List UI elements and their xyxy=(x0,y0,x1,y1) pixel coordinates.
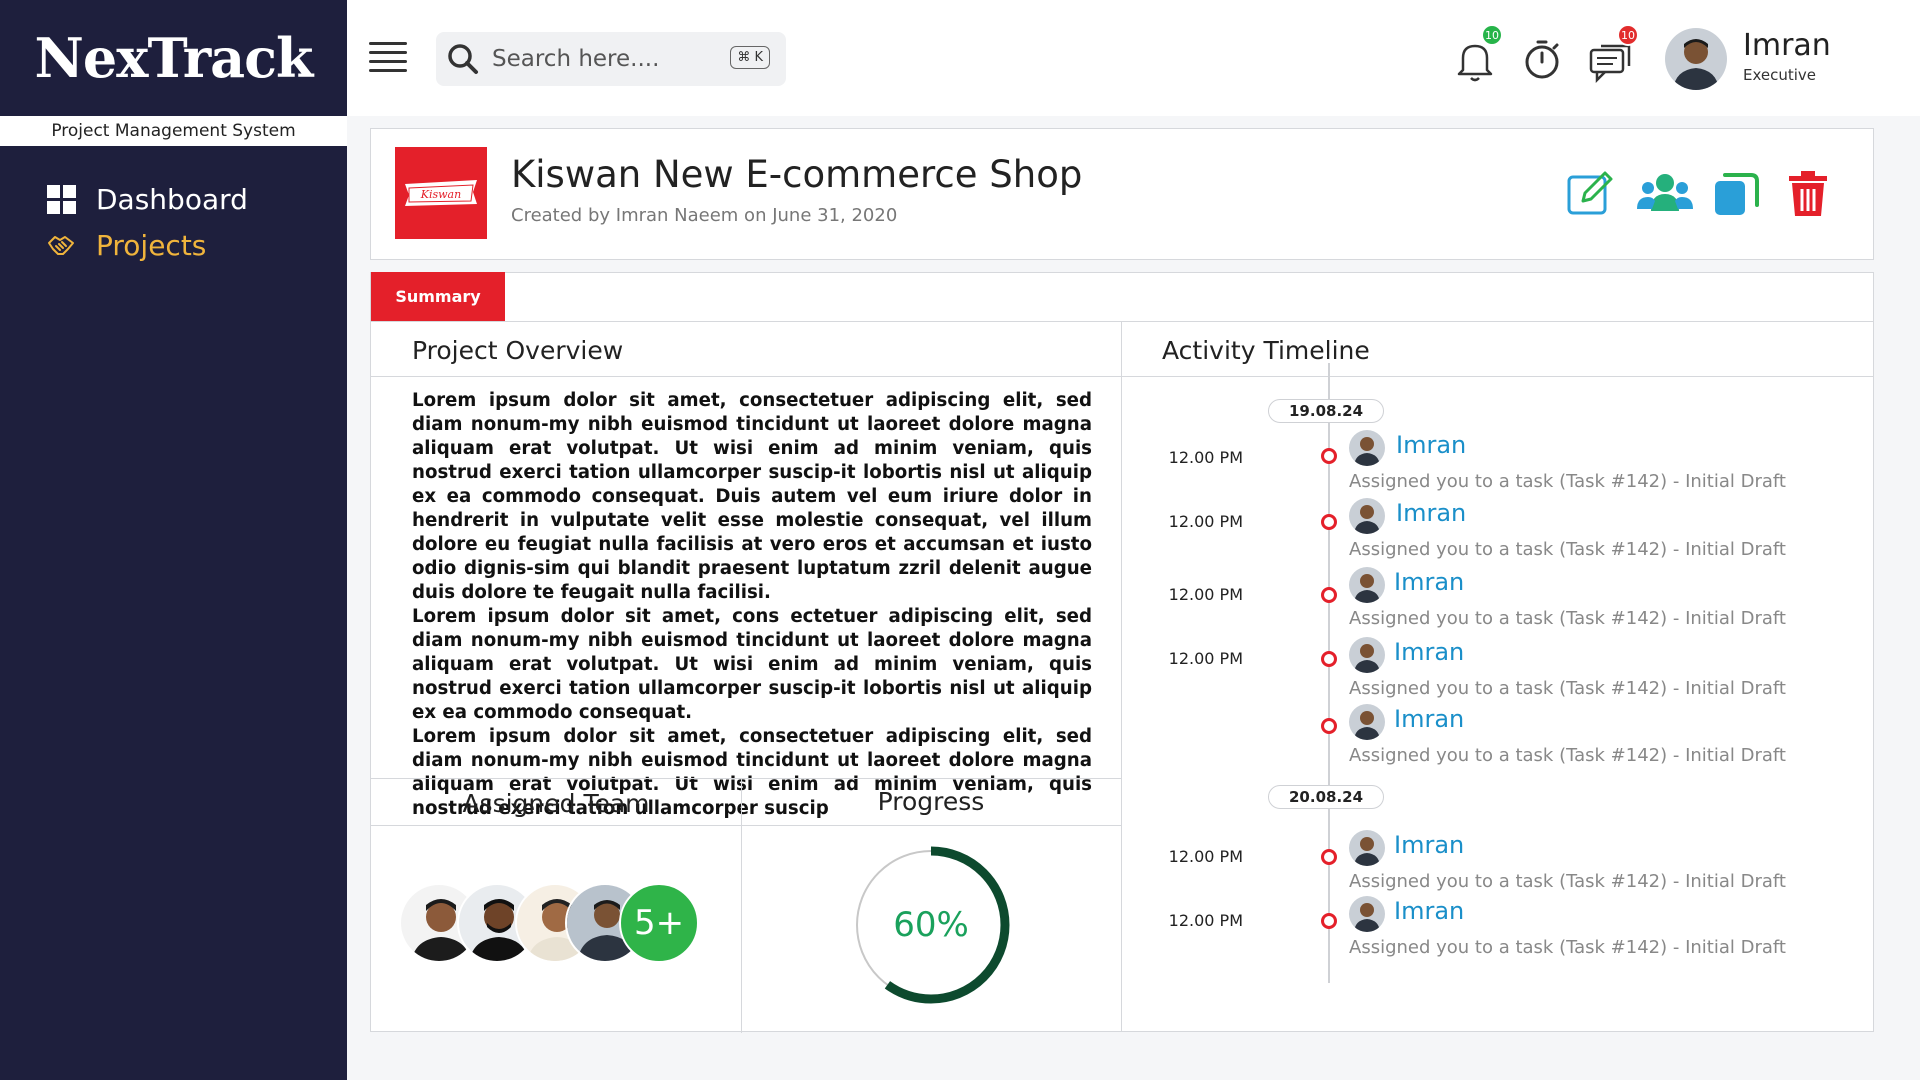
entry-description: Assigned you to a task (Task #142) - Ini… xyxy=(1349,745,1786,766)
menu-icon[interactable] xyxy=(369,42,407,72)
avatar[interactable] xyxy=(1349,896,1385,932)
timeline-dot xyxy=(1321,587,1337,603)
entry-description: Assigned you to a task (Task #142) - Ini… xyxy=(1349,871,1786,892)
search-box: ⌘ K xyxy=(436,32,786,86)
avatar[interactable] xyxy=(1349,830,1385,866)
svg-text:Kiswan: Kiswan xyxy=(420,188,461,201)
progress-title: Progress xyxy=(877,787,985,816)
page-title: Kiswan New E-commerce Shop xyxy=(511,153,1083,196)
divider xyxy=(371,321,1873,322)
entry-time: 12.00 PM xyxy=(1168,448,1243,467)
divider xyxy=(371,376,1873,377)
team-title: Assigned Team xyxy=(462,789,650,818)
overview-title: Project Overview xyxy=(412,336,624,365)
summary-panel: Summary Project Overview Lorem ipsum dol… xyxy=(370,272,1874,1033)
bell-icon[interactable]: 10 xyxy=(1453,24,1503,86)
avatar[interactable] xyxy=(1349,498,1385,534)
avatar[interactable] xyxy=(1349,567,1385,603)
tab-summary[interactable]: Summary xyxy=(371,272,505,321)
entry-time: 12.00 PM xyxy=(1168,585,1243,604)
timeline-dot xyxy=(1321,913,1337,929)
divider xyxy=(371,778,1121,779)
progress-value: 60% xyxy=(893,905,969,945)
brand-subtitle: Project Management System xyxy=(0,116,347,146)
divider xyxy=(741,778,742,1033)
entry-user-link[interactable]: Imran xyxy=(1394,897,1464,925)
overview-paragraph: Lorem ipsum dolor sit amet, consectetuer… xyxy=(412,390,1092,603)
entry-time: 12.00 PM xyxy=(1168,911,1243,930)
date-marker: 20.08.24 xyxy=(1268,785,1385,809)
overview-text: Lorem ipsum dolor sit amet, consectetuer… xyxy=(412,389,1092,821)
entry-user-link[interactable]: Imran xyxy=(1394,638,1464,666)
edit-button[interactable] xyxy=(1565,169,1617,219)
entry-user-link[interactable]: Imran xyxy=(1396,431,1466,459)
grid-icon xyxy=(46,184,76,214)
sidebar-item-dashboard[interactable]: Dashboard xyxy=(0,176,347,222)
sidebar-item-label: Dashboard xyxy=(96,182,248,216)
search-input[interactable] xyxy=(492,46,712,72)
message-badge: 10 xyxy=(1617,24,1639,46)
chat-icon[interactable]: 10 xyxy=(1587,24,1639,86)
date-marker: 19.08.24 xyxy=(1268,399,1385,423)
search-icon[interactable] xyxy=(445,41,481,77)
divider xyxy=(1121,321,1122,1031)
topbar: ⌘ K 10 10 Imran xyxy=(347,0,1920,116)
entry-description: Assigned you to a task (Task #142) - Ini… xyxy=(1349,608,1786,629)
entry-user-link[interactable]: Imran xyxy=(1394,568,1464,596)
brand: NexTrack xyxy=(0,0,347,116)
entry-time: 12.00 PM xyxy=(1168,512,1243,531)
entry-time: 12.00 PM xyxy=(1168,649,1243,668)
user-role: Executive xyxy=(1743,66,1817,84)
project-logo: Kiswan xyxy=(395,147,487,239)
handshake-icon xyxy=(46,230,76,260)
divider xyxy=(371,825,1121,826)
overview-paragraph: Lorem ipsum dolor sit amet, cons ectetue… xyxy=(412,606,1092,723)
entry-description: Assigned you to a task (Task #142) - Ini… xyxy=(1349,539,1786,560)
timeline-dot xyxy=(1321,448,1337,464)
avatar[interactable] xyxy=(1665,28,1727,90)
search-shortcut: ⌘ K xyxy=(730,46,770,69)
sidebar-item-label: Projects xyxy=(96,228,207,262)
entry-description: Assigned you to a task (Task #142) - Ini… xyxy=(1349,937,1786,958)
sidebar-item-projects[interactable]: Projects xyxy=(0,222,347,268)
entry-description: Assigned you to a task (Task #142) - Ini… xyxy=(1349,471,1786,492)
avatar[interactable] xyxy=(1349,430,1385,466)
timeline-title: Activity Timeline xyxy=(1162,336,1370,365)
team-button[interactable] xyxy=(1637,169,1693,219)
progress-ring: 60% xyxy=(851,845,1011,1005)
entry-user-link[interactable]: Imran xyxy=(1394,831,1464,859)
sidebar: NexTrack Project Management System Dashb… xyxy=(0,0,347,1080)
timer-icon[interactable] xyxy=(1521,36,1565,86)
entry-description: Assigned you to a task (Task #142) - Ini… xyxy=(1349,678,1786,699)
team-avatars: 5+ xyxy=(399,883,729,963)
delete-button[interactable] xyxy=(1783,169,1835,219)
timeline-dot xyxy=(1321,718,1337,734)
avatar[interactable] xyxy=(1349,704,1385,740)
entry-time: 12.00 PM xyxy=(1168,847,1243,866)
project-header: Kiswan Kiswan New E-commerce Shop Create… xyxy=(370,128,1874,260)
timeline-dot xyxy=(1321,849,1337,865)
project-created: Created by Imran Naeem on June 31, 2020 xyxy=(511,205,898,226)
timeline-dot xyxy=(1321,651,1337,667)
duplicate-button[interactable] xyxy=(1711,169,1763,219)
sidebar-nav: Dashboard Projects xyxy=(0,146,347,268)
user-name: Imran xyxy=(1743,28,1831,63)
brand-name: NexTrack xyxy=(34,26,314,90)
notification-badge: 10 xyxy=(1481,24,1503,46)
entry-user-link[interactable]: Imran xyxy=(1394,705,1464,733)
timeline-dot xyxy=(1321,514,1337,530)
avatar[interactable] xyxy=(1349,637,1385,673)
more-members-button[interactable]: 5+ xyxy=(619,883,699,963)
entry-user-link[interactable]: Imran xyxy=(1396,499,1466,527)
